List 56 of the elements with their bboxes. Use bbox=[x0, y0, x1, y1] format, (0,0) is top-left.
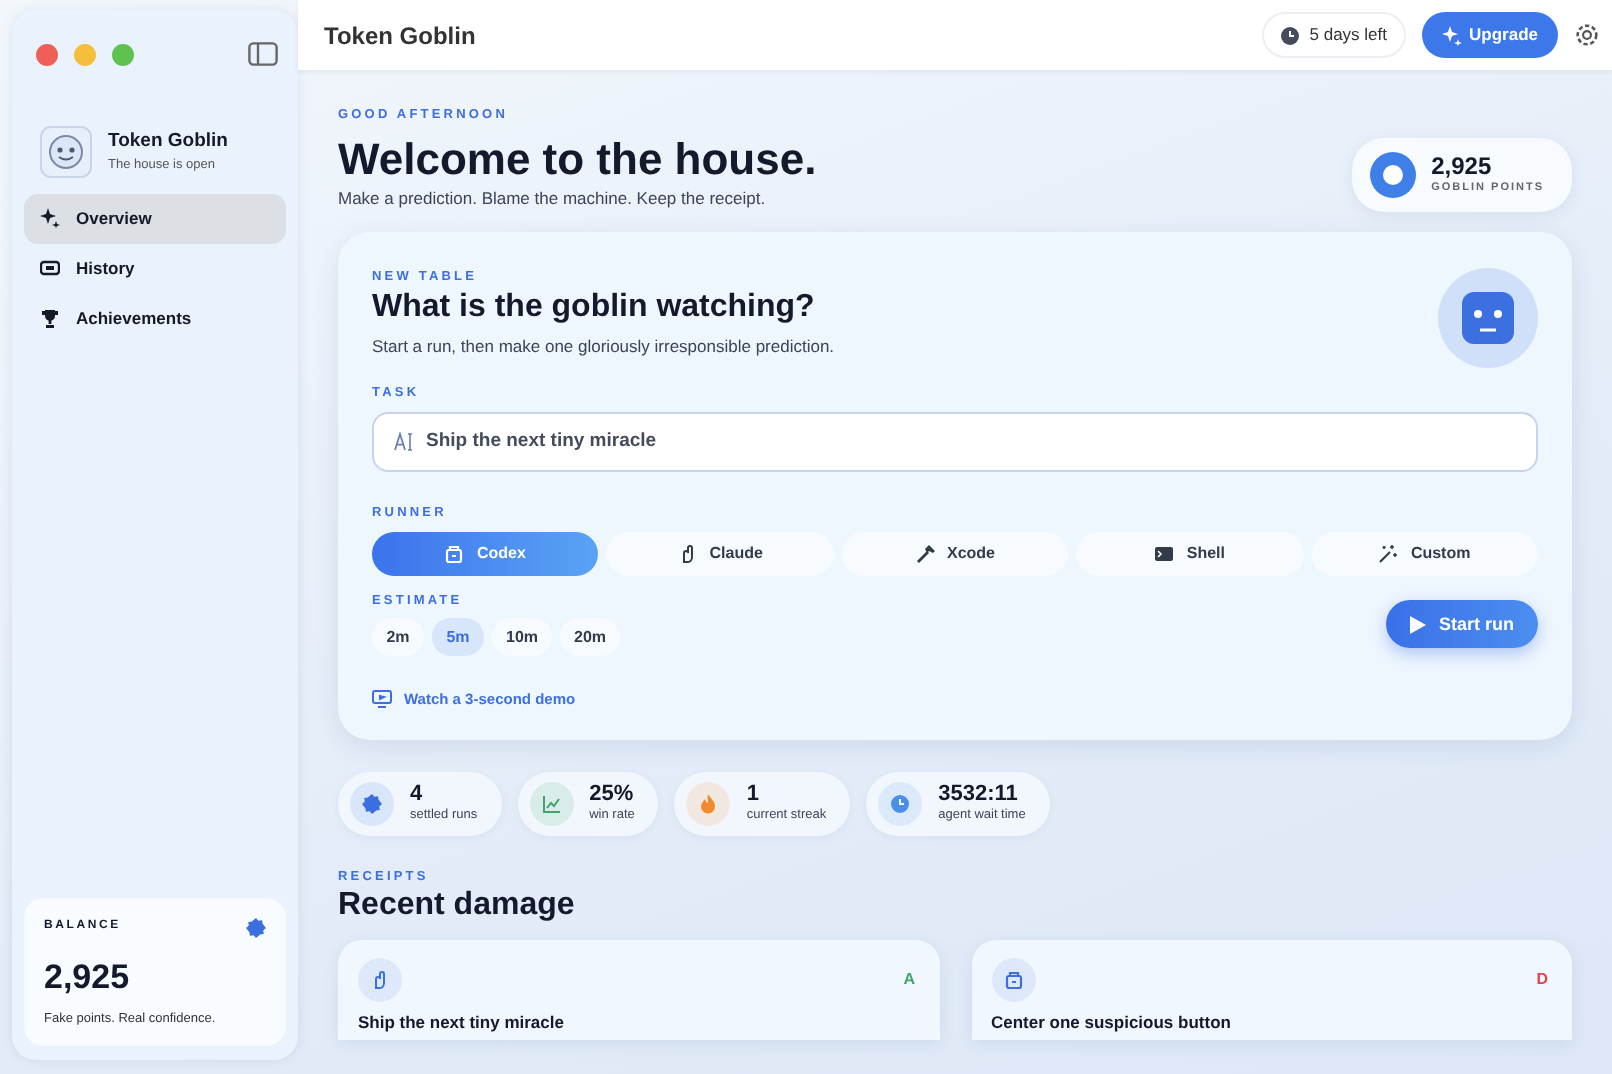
runner-option[interactable]: Claude bbox=[606, 531, 834, 575]
ticket-icon bbox=[40, 258, 60, 279]
hand-icon bbox=[677, 543, 698, 563]
grade-label: D bbox=[1536, 968, 1548, 993]
section-title: Recent damage bbox=[338, 886, 577, 925]
text-cursor-icon bbox=[394, 431, 414, 452]
stat-value: 3532:11 bbox=[938, 781, 1020, 806]
runner-option[interactable]: Shell bbox=[1076, 531, 1304, 575]
sparkle-icon bbox=[1441, 25, 1462, 45]
terminal-icon bbox=[1154, 543, 1175, 563]
page-title: Welcome to the house. bbox=[338, 133, 817, 187]
estimate-option[interactable]: 10m bbox=[492, 618, 553, 657]
grade-label: A bbox=[903, 968, 915, 993]
balance-value: 2,925 bbox=[44, 955, 132, 1000]
page-subtitle: Make a prediction. Blame the machine. Keep the receipt. bbox=[338, 186, 768, 212]
start-run-button[interactable]: Start run bbox=[1386, 600, 1538, 649]
upgrade-button[interactable]: Upgrade bbox=[1421, 12, 1558, 58]
play-icon bbox=[1410, 615, 1427, 634]
sidebar-item[interactable]: History bbox=[24, 243, 286, 293]
zoom-window-button[interactable] bbox=[112, 43, 134, 65]
estimate-option[interactable]: 2m bbox=[372, 618, 424, 657]
hand-icon bbox=[370, 970, 390, 991]
stat-value: 1 bbox=[746, 781, 761, 806]
points-coin-icon bbox=[1369, 152, 1416, 198]
runner-option[interactable]: Xcode bbox=[841, 531, 1069, 575]
sidebar-item[interactable]: Overview bbox=[24, 194, 286, 244]
sidebar-item[interactable]: Achievements bbox=[24, 293, 286, 343]
badge-icon bbox=[246, 917, 266, 938]
runner-option[interactable]: Custom bbox=[1311, 531, 1539, 575]
settings-icon[interactable] bbox=[1574, 22, 1600, 48]
trophy-icon bbox=[40, 307, 60, 328]
estimate-option[interactable]: 5m bbox=[432, 618, 484, 657]
card-title: What is the goblin watching? bbox=[372, 287, 817, 326]
trial-pill: 5 days left bbox=[1261, 12, 1406, 58]
screen-icon bbox=[372, 690, 392, 709]
estimate-option[interactable]: 20m bbox=[560, 618, 621, 657]
box-icon bbox=[444, 543, 465, 563]
box-icon bbox=[1003, 970, 1023, 991]
task-field[interactable]: Ship the next tiny miracle bbox=[372, 411, 1538, 472]
minimize-window-button[interactable] bbox=[74, 43, 96, 65]
sidebar-toggle-icon[interactable] bbox=[248, 41, 278, 66]
card-subtitle: Start a run, then make one gloriously irresponsible prediction. bbox=[372, 333, 835, 360]
robot-face-icon bbox=[1438, 268, 1538, 368]
stat-value: 4 bbox=[410, 781, 425, 806]
stat-value: 25% bbox=[589, 781, 635, 806]
wand-icon bbox=[1378, 543, 1399, 563]
clock-icon bbox=[1279, 25, 1300, 45]
receipt-title: Ship the next tiny miracle bbox=[358, 1010, 566, 1037]
points-value: 2,925 bbox=[1431, 153, 1494, 180]
receipt-title: Center one suspicious button bbox=[991, 1010, 1233, 1037]
close-window-button[interactable] bbox=[36, 43, 58, 65]
sparkle-icon bbox=[40, 208, 60, 229]
app-logo-icon bbox=[40, 126, 92, 178]
hammer-icon bbox=[915, 543, 935, 563]
window-title: Token Goblin bbox=[324, 19, 476, 53]
app-name: Token Goblin bbox=[108, 128, 228, 156]
